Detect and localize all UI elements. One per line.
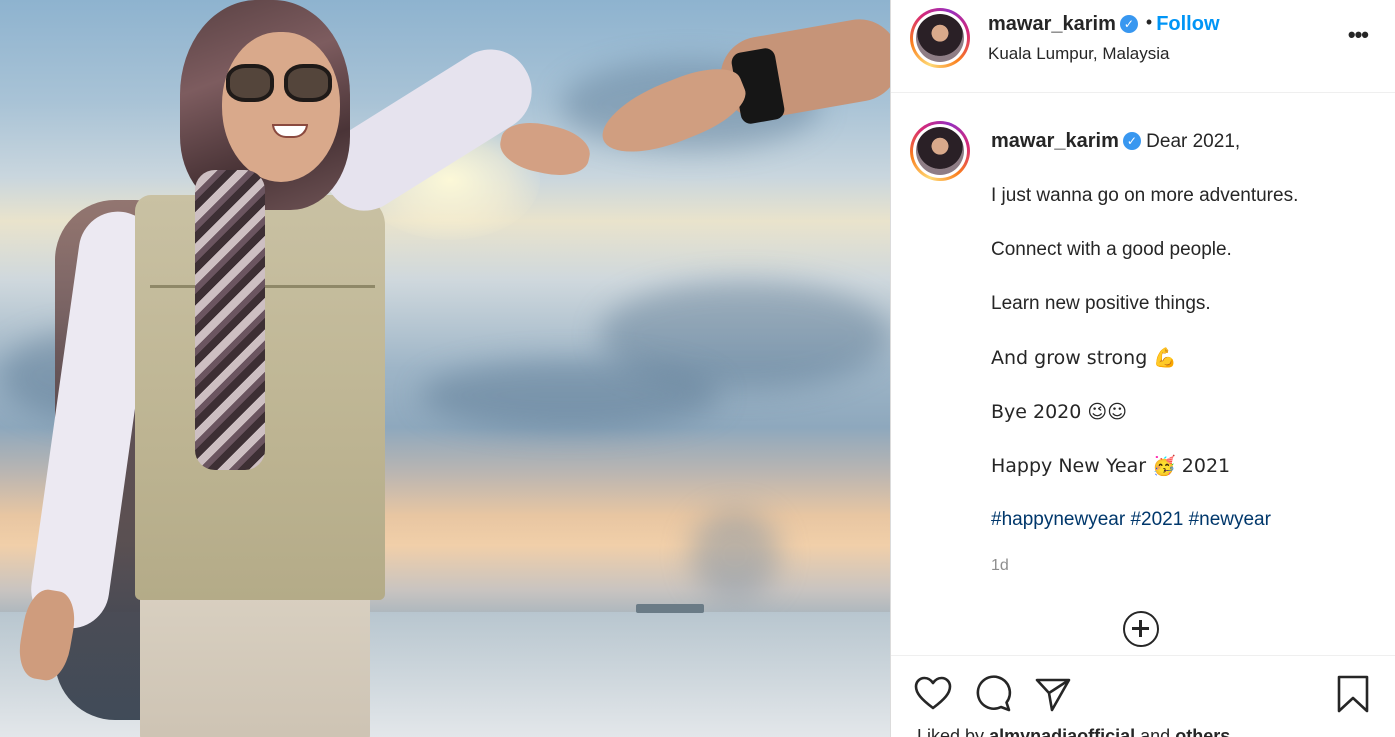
pants bbox=[140, 585, 370, 737]
caption-line: I just wanna go on more adventures. bbox=[991, 185, 1299, 206]
post-photo[interactable] bbox=[0, 0, 890, 737]
liked-by-user-link[interactable]: almynadiaofficial bbox=[989, 726, 1135, 737]
post-header: mawar_karim ✓ • Follow Kuala Lumpur, Malays… bbox=[891, 0, 1395, 93]
caption-line: Connect with a good people. bbox=[991, 239, 1232, 260]
hashtags: #happynewyear #2021 #newyear bbox=[991, 508, 1381, 532]
liked-by-others-link[interactable]: others bbox=[1175, 726, 1230, 737]
sunglasses-left-lens bbox=[226, 64, 274, 102]
comment-icon[interactable] bbox=[973, 674, 1013, 714]
liked-by-and: and bbox=[1140, 726, 1171, 737]
liked-by-text: Liked by almynadiaofficial and others bbox=[917, 726, 1230, 737]
more-options-icon[interactable]: ••• bbox=[1348, 22, 1369, 48]
caption-line: mawar_karim ✓ Dear 2021, bbox=[991, 129, 1381, 154]
sunglasses-right-lens bbox=[284, 64, 332, 102]
caption-avatar[interactable] bbox=[910, 121, 970, 181]
cloud bbox=[420, 360, 720, 430]
bookmark-icon[interactable] bbox=[1333, 674, 1373, 714]
load-more-comments-button[interactable] bbox=[1123, 611, 1159, 647]
separator-dot: • bbox=[1145, 12, 1153, 32]
caption-line: Bye 2020 😉☺ bbox=[991, 401, 1128, 423]
avatar-image bbox=[916, 14, 964, 62]
avatar[interactable] bbox=[910, 8, 970, 68]
verified-badge-icon: ✓ bbox=[1122, 132, 1141, 150]
face bbox=[222, 32, 340, 182]
caption-line: And grow strong 💪 bbox=[991, 347, 1177, 369]
heart-icon[interactable] bbox=[913, 674, 953, 714]
share-icon[interactable] bbox=[1033, 674, 1073, 714]
caption-line: Happy New Year 🥳 2021 bbox=[991, 455, 1231, 477]
avatar-image bbox=[916, 127, 964, 175]
action-bar: Liked by almynadiaofficial and others bbox=[891, 655, 1395, 737]
hashtag-link[interactable]: #2021 bbox=[1130, 509, 1183, 530]
hashtag-link[interactable]: #happynewyear bbox=[991, 509, 1125, 530]
post-side-panel: mawar_karim ✓ • Follow Kuala Lumpur, Malays… bbox=[890, 0, 1395, 737]
post-timestamp[interactable]: 1d bbox=[991, 554, 1381, 578]
verified-badge-icon: ✓ bbox=[1119, 15, 1138, 33]
scarf-tail bbox=[195, 170, 265, 470]
liked-by-prefix: Liked by bbox=[917, 726, 985, 737]
caption-line: Learn new positive things. bbox=[991, 293, 1211, 314]
hashtag-link[interactable]: #newyear bbox=[1189, 509, 1271, 530]
ship bbox=[636, 604, 704, 613]
cloud bbox=[690, 510, 780, 600]
location-link[interactable]: Kuala Lumpur, Malaysia bbox=[988, 44, 1169, 64]
username-link[interactable]: mawar_karim bbox=[988, 13, 1116, 35]
caption-section: mawar_karim ✓ Dear 2021, I just wanna go … bbox=[891, 93, 1395, 655]
caption-body: mawar_karim ✓ Dear 2021, I just wanna go … bbox=[991, 129, 1381, 608]
caption-text: Dear 2021, bbox=[1146, 131, 1241, 152]
caption-username-link[interactable]: mawar_karim bbox=[991, 130, 1119, 152]
follow-button[interactable]: Follow bbox=[1156, 13, 1219, 35]
